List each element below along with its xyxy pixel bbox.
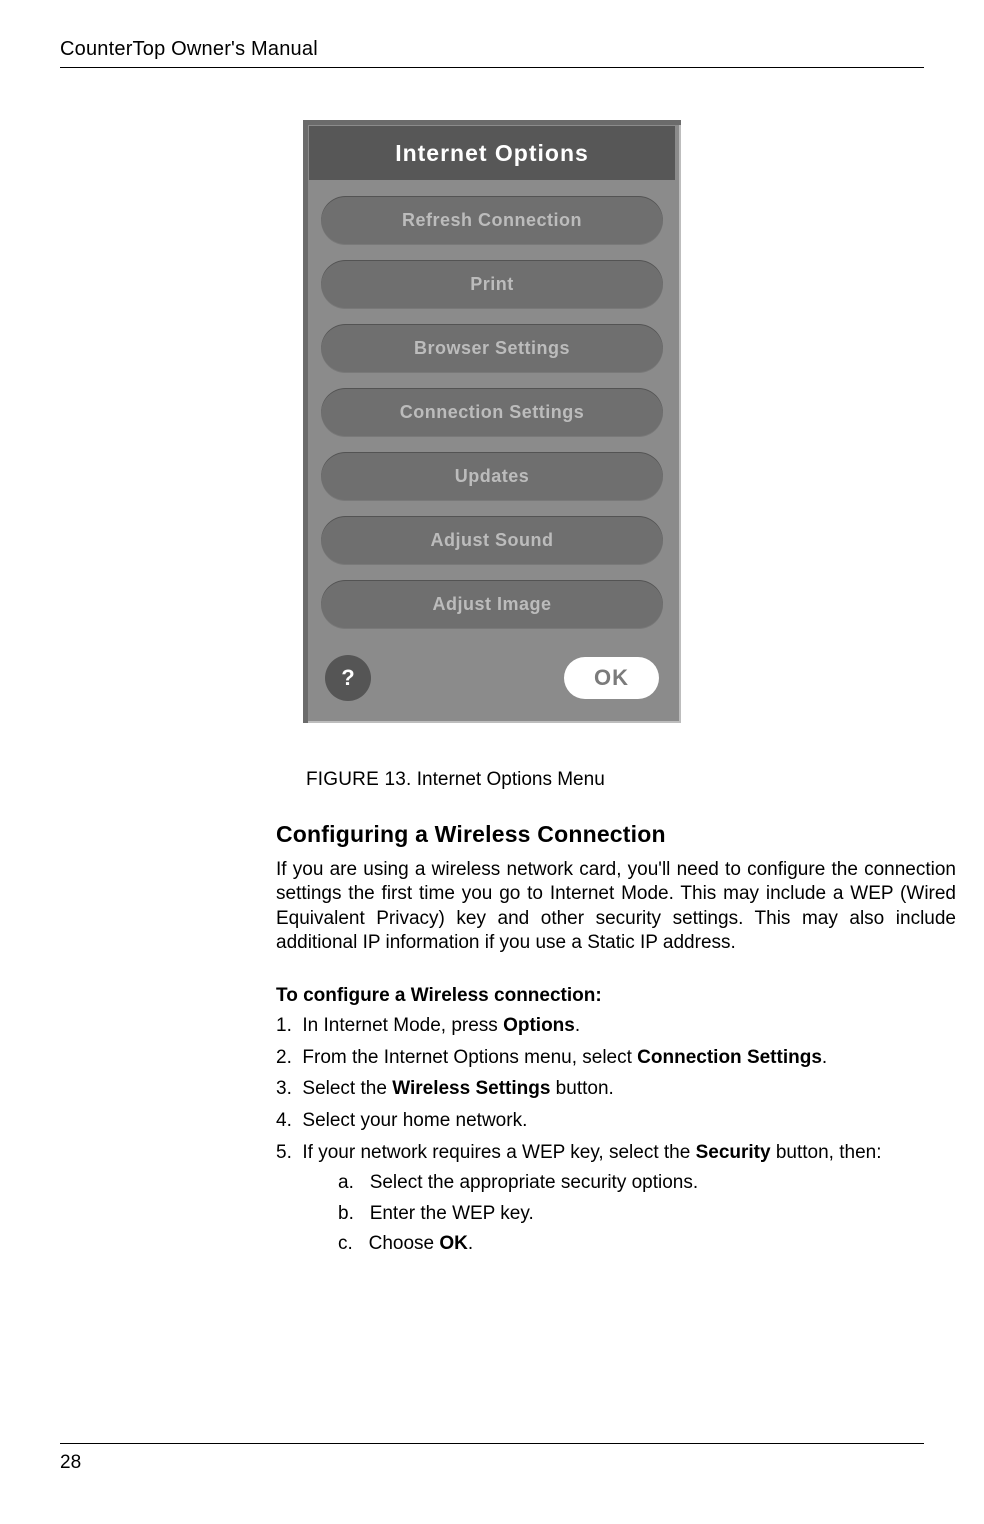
step-2: 2. From the Internet Options menu, selec… bbox=[276, 1045, 956, 1072]
step-4-text: Select your home network. bbox=[302, 1110, 527, 1131]
step-2-pre: From the Internet Options menu, select bbox=[302, 1047, 637, 1068]
section-intro: If you are using a wireless network card… bbox=[276, 858, 956, 955]
adjust-image-button[interactable]: Adjust Image bbox=[321, 580, 663, 629]
step-5-pre: If your network requires a WEP key, sele… bbox=[302, 1142, 695, 1163]
substep-c: c. Choose OK. bbox=[302, 1231, 956, 1258]
internet-options-panel: Internet Options Refresh Connection Prin… bbox=[303, 120, 681, 723]
step-2-post: . bbox=[822, 1047, 827, 1068]
substep-b: b. Enter the WEP key. bbox=[302, 1201, 956, 1228]
help-button[interactable]: ? bbox=[325, 655, 371, 701]
running-header: CounterTop Owner's Manual bbox=[60, 38, 924, 68]
substep-c-post: . bbox=[468, 1233, 473, 1254]
print-button[interactable]: Print bbox=[321, 260, 663, 309]
ok-button[interactable]: OK bbox=[564, 657, 659, 699]
step-3: 3. Select the Wireless Settings button. bbox=[276, 1076, 956, 1103]
substep-c-pre: Choose bbox=[369, 1233, 440, 1254]
procedure-steps: 1. In Internet Mode, press Options. 2. F… bbox=[276, 1013, 956, 1258]
step-5: 5. If your network requires a WEP key, s… bbox=[276, 1140, 956, 1258]
substep-a: a. Select the appropriate security optio… bbox=[302, 1170, 956, 1197]
step-1: 1. In Internet Mode, press Options. bbox=[276, 1013, 956, 1040]
page-footer: 28 bbox=[60, 1443, 924, 1474]
procedure-heading: To configure a Wireless connection: bbox=[276, 985, 956, 1007]
step-3-post: button. bbox=[550, 1078, 613, 1099]
figure-caption: FIGURE 13. Internet Options Menu bbox=[306, 769, 956, 791]
manual-page: CounterTop Owner's Manual Internet Optio… bbox=[0, 0, 984, 1524]
step-2-bold: Connection Settings bbox=[637, 1047, 822, 1068]
panel-title: Internet Options bbox=[309, 126, 675, 180]
options-list: Refresh Connection Print Browser Setting… bbox=[303, 196, 681, 629]
connection-settings-button[interactable]: Connection Settings bbox=[321, 388, 663, 437]
section-heading: Configuring a Wireless Connection bbox=[276, 821, 956, 848]
step-1-pre: In Internet Mode, press bbox=[302, 1015, 503, 1036]
body-column: FIGURE 13. Internet Options Menu Configu… bbox=[276, 769, 956, 1258]
refresh-connection-button[interactable]: Refresh Connection bbox=[321, 196, 663, 245]
substep-a-text: Select the appropriate security options. bbox=[370, 1172, 698, 1193]
step-3-pre: Select the bbox=[302, 1078, 392, 1099]
figure-caption-text: Internet Options Menu bbox=[417, 769, 605, 790]
step-3-bold: Wireless Settings bbox=[392, 1078, 550, 1099]
panel-bottom-row: ? OK bbox=[303, 629, 681, 701]
figure-label: FIGURE 13. bbox=[306, 769, 411, 790]
step-1-bold: Options bbox=[503, 1015, 575, 1036]
figure-wrap: Internet Options Refresh Connection Prin… bbox=[60, 120, 924, 723]
substep-b-text: Enter the WEP key. bbox=[370, 1203, 534, 1224]
step-1-post: . bbox=[575, 1015, 580, 1036]
step-4: 4. Select your home network. bbox=[276, 1108, 956, 1135]
step-5-bold: Security bbox=[696, 1142, 771, 1163]
page-number: 28 bbox=[60, 1452, 81, 1473]
browser-settings-button[interactable]: Browser Settings bbox=[321, 324, 663, 373]
substep-c-bold: OK bbox=[439, 1233, 468, 1254]
step-5-post: button, then: bbox=[771, 1142, 882, 1163]
substeps: a. Select the appropriate security optio… bbox=[302, 1170, 956, 1258]
adjust-sound-button[interactable]: Adjust Sound bbox=[321, 516, 663, 565]
updates-button[interactable]: Updates bbox=[321, 452, 663, 501]
